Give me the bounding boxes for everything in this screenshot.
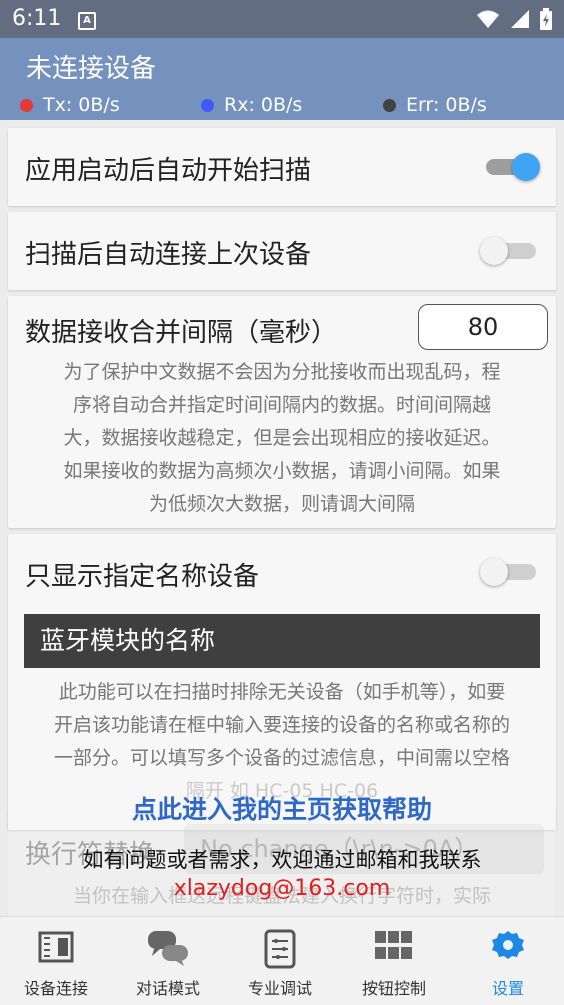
status-bar: 6:11 A: [0, 0, 564, 38]
debug-icon: [264, 929, 296, 969]
auto-scan-label: 应用启动后自动开始扫描: [25, 156, 312, 186]
name-filter-toggle[interactable]: [480, 556, 540, 588]
chat-icon: [148, 931, 188, 966]
gear-icon: [492, 931, 524, 959]
signal-icon: [511, 10, 529, 28]
nav-pro-debug[interactable]: 专业调试: [224, 917, 336, 1005]
auto-connect-label: 扫描后自动连接上次设备: [25, 240, 312, 270]
rx-dot-icon: [201, 98, 214, 112]
battery-icon: [540, 8, 552, 30]
merge-interval-label: 数据接收合并间隔（毫秒）: [25, 318, 338, 348]
rx-rate: Rx: 0B/s: [201, 94, 302, 116]
rx-rate-label: Rx: 0B/s: [224, 94, 303, 116]
device-name-filter-input[interactable]: 蓝牙模块的名称: [24, 614, 540, 668]
tx-rate: Tx: 0B/s: [20, 94, 120, 116]
auto-scan-setting[interactable]: 应用启动后自动开始扫描: [8, 128, 556, 206]
notification-icon: A: [78, 12, 96, 30]
wifi-icon: [477, 10, 499, 28]
grid-icon: [375, 931, 412, 959]
err-dot-icon: [383, 98, 396, 112]
status-time: 6:11: [12, 6, 62, 31]
auto-connect-setting[interactable]: 扫描后自动连接上次设备: [8, 212, 556, 290]
err-rate-label: Err: 0B/s: [406, 94, 487, 116]
nav-settings[interactable]: 设置: [452, 917, 564, 1005]
merge-interval-input[interactable]: 80: [418, 304, 548, 350]
bottom-navigation: 设备连接 对话模式 专业调试 按钮控制 设置: [0, 916, 564, 1005]
nav-device-connect[interactable]: 设备连接: [0, 917, 112, 1005]
connection-status-title: 未连接设备: [26, 54, 157, 84]
auto-scan-toggle[interactable]: [482, 151, 542, 183]
device-icon: [38, 931, 74, 963]
merge-interval-description: 为了保护中文数据不会因为分批接收而出现乱码，程 序将自动合并指定时间间隔内的数据…: [63, 361, 501, 515]
nav-button-control[interactable]: 按钮控制: [336, 917, 452, 1005]
tx-dot-icon: [20, 98, 33, 112]
err-rate: Err: 0B/s: [383, 94, 487, 116]
contact-text: 如有问题或者需求，欢迎通过邮箱和我联系: [82, 848, 482, 872]
contact-email-link[interactable]: xlazydog@163.com: [0, 876, 564, 901]
connection-header: 未连接设备 Tx: 0B/s Rx: 0B/s Err: 0B/s: [0, 38, 564, 120]
name-filter-description: 此功能可以在扫描时排除无关设备（如手机等），如要 开启该功能请在框中输入要连接的…: [53, 681, 510, 802]
auto-connect-toggle[interactable]: [480, 235, 540, 267]
name-filter-label: 只显示指定名称设备: [25, 562, 260, 592]
nav-chat-mode[interactable]: 对话模式: [112, 917, 224, 1005]
merge-interval-setting: 数据接收合并间隔（毫秒） 80 为了保护中文数据不会因为分批接收而出现乱码，程 …: [8, 296, 556, 528]
name-filter-setting: 只显示指定名称设备 蓝牙模块的名称 此功能可以在扫描时排除无关设备（如手机等），…: [8, 534, 556, 830]
tx-rate-label: Tx: 0B/s: [43, 94, 120, 116]
help-page-link[interactable]: 点此进入我的主页获取帮助: [0, 790, 564, 826]
